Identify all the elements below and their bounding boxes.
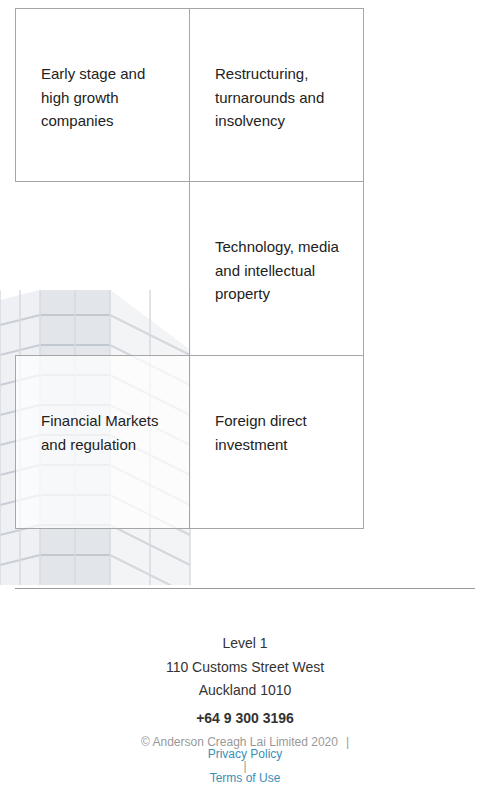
- privacy-link[interactable]: Privacy Policy: [208, 748, 283, 760]
- copyright: © Anderson Creagh Lai Limited 2020: [141, 736, 338, 748]
- services-grid: Early stage and high growth companies Res…: [0, 0, 490, 529]
- service-label: Technology, media and intellectual prope…: [215, 235, 347, 306]
- service-card[interactable]: Financial Markets and regulation: [15, 355, 190, 529]
- separator: |: [346, 736, 349, 748]
- page: Early stage and high growth companies Res…: [0, 0, 490, 796]
- service-label: Restructuring, turnarounds and insolvenc…: [215, 62, 347, 133]
- address-line: 110 Customs Street West: [166, 656, 324, 680]
- service-label: Foreign direct investment: [215, 409, 347, 456]
- address-line: Auckland 1010: [199, 679, 292, 703]
- service-card[interactable]: Early stage and high growth companies: [15, 8, 190, 182]
- separator: |: [243, 760, 246, 772]
- service-label: Early stage and high growth companies: [41, 62, 173, 133]
- address: Level 1110 Customs Street WestAuckland 1…: [166, 632, 324, 703]
- service-card[interactable]: Restructuring, turnarounds and insolvenc…: [189, 8, 364, 182]
- service-card[interactable]: Technology, media and intellectual prope…: [189, 181, 364, 356]
- service-label: Financial Markets and regulation: [41, 409, 173, 456]
- terms-link[interactable]: Terms of Use: [210, 772, 281, 784]
- service-card[interactable]: Foreign direct investment: [189, 355, 364, 529]
- copyright-row: © Anderson Creagh Lai Limited 2020 |: [141, 736, 349, 748]
- footer-links: Privacy Policy|Terms of Use: [208, 748, 283, 784]
- address-line: Level 1: [222, 632, 267, 656]
- phone[interactable]: +64 9 300 3196: [196, 708, 294, 728]
- footer: Level 1110 Customs Street WestAuckland 1…: [15, 588, 475, 796]
- empty-cell: [16, 182, 190, 356]
